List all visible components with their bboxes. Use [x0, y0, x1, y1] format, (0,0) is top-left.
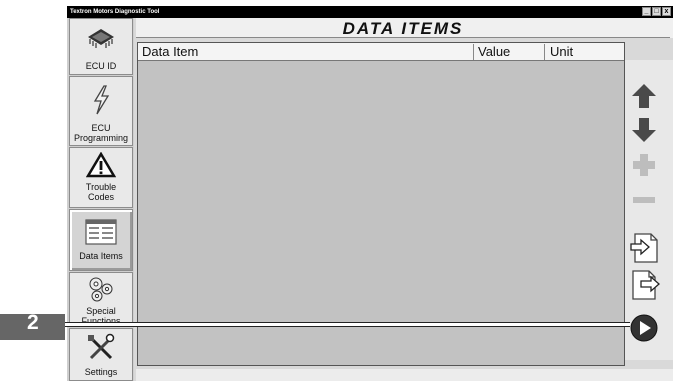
down-arrow-icon [632, 118, 656, 142]
remove-button[interactable] [629, 185, 659, 215]
maximize-button[interactable]: □ [652, 7, 661, 16]
window-title: Textron Motors Diagnostic Tool [70, 9, 160, 15]
nav-item-ecu-programming[interactable]: ECU Programming [69, 76, 133, 146]
nav-item-label: ECU Programming [73, 123, 129, 143]
play-icon [630, 314, 658, 342]
warning-triangle-icon [86, 152, 116, 178]
nav-item-trouble-codes[interactable]: Trouble Codes [69, 147, 133, 208]
lightning-icon [93, 85, 110, 115]
nav-item-special-functions[interactable]: Special Functions [69, 272, 133, 327]
data-window-icon [85, 219, 117, 245]
nav-item-label: ECU ID [85, 61, 117, 71]
action-panel [625, 60, 673, 360]
up-arrow-icon [632, 84, 656, 108]
gears-icon [89, 277, 113, 302]
nav-item-data-items[interactable]: Data Items [69, 209, 133, 271]
minus-icon [633, 197, 655, 203]
import-icon [630, 233, 658, 263]
table-header: Data Item Value Unit [138, 43, 624, 61]
callout-line [65, 322, 630, 327]
callout-number: 2 [27, 311, 39, 334]
nav-item-label: Trouble Codes [85, 182, 117, 202]
status-strip [136, 369, 673, 381]
column-header-value[interactable]: Value [474, 44, 545, 60]
column-header-unit[interactable]: Unit [546, 44, 620, 60]
column-header-data-item[interactable]: Data Item [138, 44, 474, 60]
add-button[interactable] [629, 150, 659, 180]
scroll-down-button[interactable] [629, 115, 659, 145]
close-button[interactable]: x [662, 7, 671, 16]
nav-item-settings[interactable]: Settings [69, 328, 133, 381]
scroll-up-button[interactable] [629, 81, 659, 111]
nav-item-label: Settings [84, 367, 118, 377]
tools-icon [88, 333, 115, 360]
import-button[interactable] [629, 232, 659, 263]
start-button[interactable] [629, 313, 659, 343]
export-icon [632, 270, 660, 300]
page-title: DATA ITEMS [342, 19, 464, 38]
nav-item-label: Data Items [79, 251, 123, 261]
nav-item-ecu-id[interactable]: ECU ID [69, 18, 133, 75]
page-header: DATA ITEMS [136, 18, 670, 38]
chip-icon [88, 29, 114, 48]
title-bar: Textron Motors Diagnostic Tool _ □ x [67, 6, 673, 18]
plus-icon [633, 154, 655, 176]
minimize-button[interactable]: _ [642, 7, 651, 16]
data-items-table[interactable]: Data Item Value Unit [137, 42, 625, 366]
export-button[interactable] [629, 269, 660, 300]
